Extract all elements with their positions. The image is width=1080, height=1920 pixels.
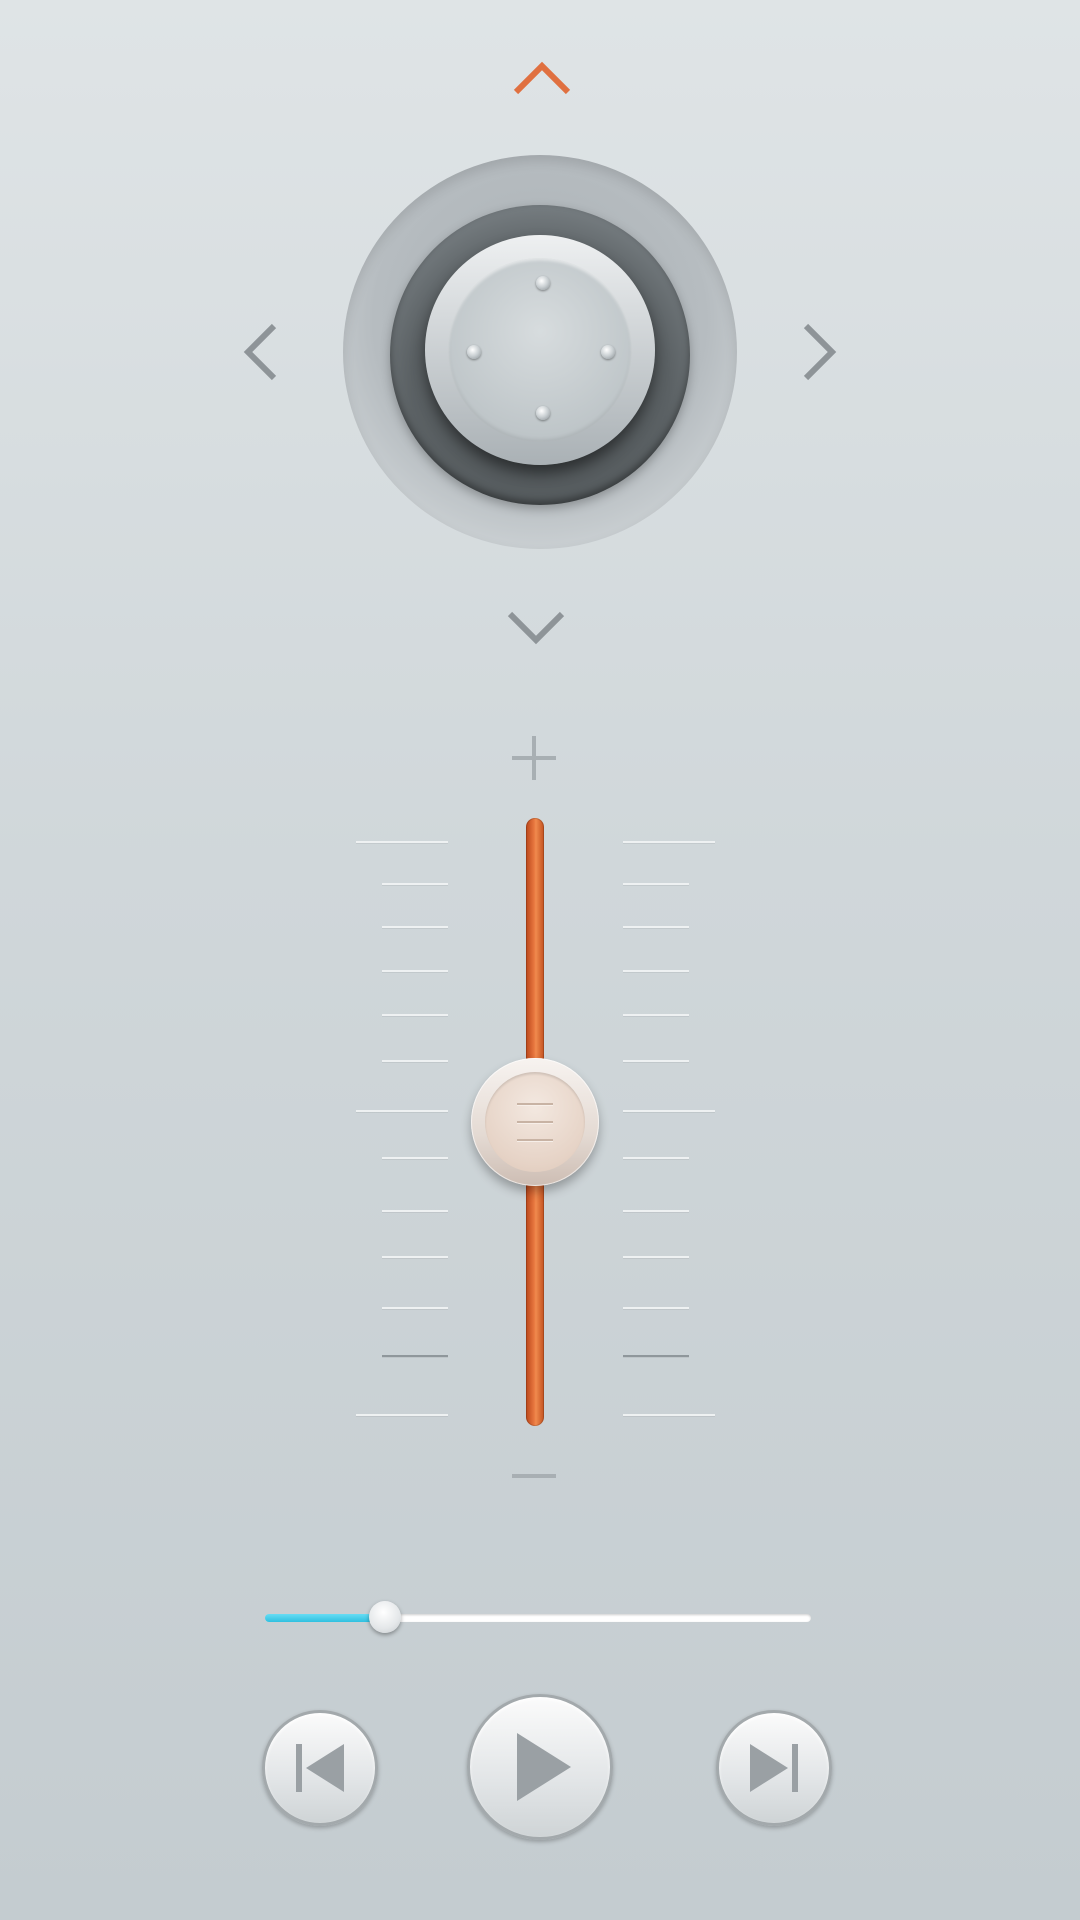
next-button[interactable] [716, 1710, 832, 1826]
skip-previous-icon [296, 1744, 344, 1792]
skip-next-icon [750, 1744, 798, 1792]
scale-tick [623, 970, 689, 972]
scale-tick [382, 1157, 448, 1159]
scale-tick [382, 883, 448, 885]
scale-tick [382, 970, 448, 972]
scale-tick [382, 1256, 448, 1258]
scale-tick [382, 1355, 448, 1357]
volume-down-button[interactable] [510, 1472, 558, 1480]
scale-tick [623, 1210, 689, 1212]
previous-button[interactable] [262, 1710, 378, 1826]
scale-tick [623, 1014, 689, 1016]
scale-tick [382, 1060, 448, 1062]
minus-icon [512, 1474, 556, 1478]
dpad-dot-right [601, 345, 615, 359]
play-icon [517, 1733, 571, 1801]
knob-grip-line [517, 1139, 553, 1141]
dpad-right-button[interactable] [800, 320, 840, 384]
progress-thumb[interactable] [369, 1601, 402, 1633]
progress-fill [265, 1614, 386, 1622]
knob-grip-line [517, 1121, 553, 1123]
scale-tick [356, 1414, 448, 1416]
plus-icon [512, 736, 556, 780]
dpad-dot-bottom [536, 406, 550, 420]
dpad-up-button[interactable] [510, 58, 574, 98]
volume-up-button[interactable] [510, 734, 558, 782]
scale-tick [356, 841, 448, 843]
scale-tick [382, 1210, 448, 1212]
scale-tick [382, 1307, 448, 1309]
chevron-left-icon [243, 323, 277, 381]
knob-grip-line [517, 1103, 553, 1105]
scale-tick [623, 1157, 689, 1159]
scale-tick [623, 1414, 715, 1416]
volume-knob-face [485, 1072, 585, 1172]
volume-slider-knob[interactable] [471, 1058, 599, 1186]
chevron-down-icon [507, 611, 565, 645]
play-button[interactable] [467, 1694, 613, 1840]
dpad-dot-top [536, 276, 550, 290]
scale-tick [623, 1256, 689, 1258]
scale-tick [623, 883, 689, 885]
scale-tick [623, 1307, 689, 1309]
scale-tick [623, 1060, 689, 1062]
scale-tick [382, 1014, 448, 1016]
chevron-right-icon [803, 323, 837, 381]
scale-tick [356, 1110, 448, 1112]
dpad-left-button[interactable] [240, 320, 280, 384]
scale-tick [623, 926, 689, 928]
chevron-up-icon [513, 61, 571, 95]
dpad-dot-left [467, 345, 481, 359]
scale-tick [623, 841, 715, 843]
scale-tick [382, 926, 448, 928]
dpad-down-button[interactable] [504, 608, 568, 648]
scale-tick [623, 1355, 689, 1357]
scale-tick [623, 1110, 715, 1112]
